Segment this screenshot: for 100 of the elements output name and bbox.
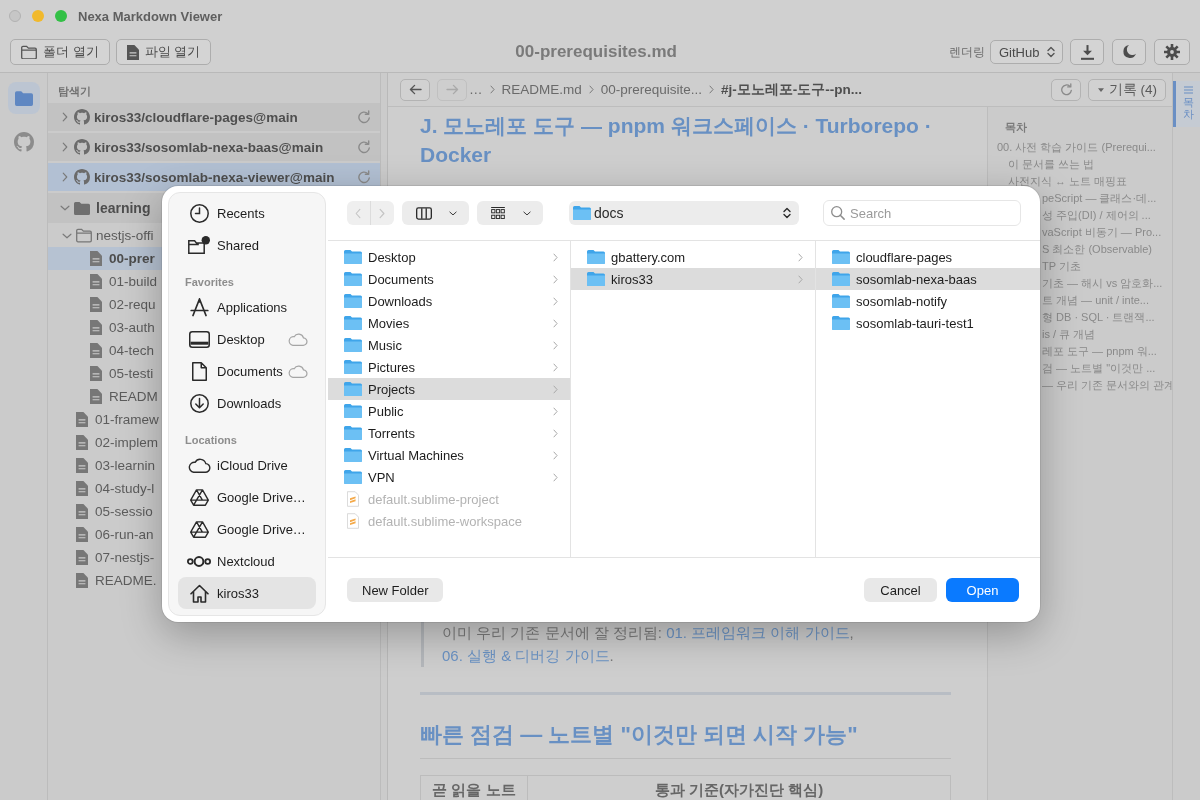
- folder-item[interactable]: Public: [328, 400, 570, 422]
- select-arrows-icon: [1047, 46, 1055, 58]
- group-button[interactable]: [477, 201, 543, 225]
- toc-item[interactable]: 레포 도구 — pnpm 워...: [1042, 343, 1172, 360]
- breadcrumb-link[interactable]: 00-prerequisite...: [600, 82, 703, 97]
- sidebar-section-title: Locations: [184, 433, 238, 448]
- folder-item[interactable]: Torrents: [328, 422, 570, 444]
- arrow-left-icon: [408, 84, 422, 95]
- sidebar-item[interactable]: Documents: [178, 355, 316, 387]
- tree-item[interactable]: 05-testi: [48, 362, 162, 385]
- toolbar-button[interactable]: 파일 열기: [115, 39, 212, 65]
- sidebar-item[interactable]: Nextcloud: [178, 545, 316, 577]
- new-folder-button[interactable]: New Folder: [347, 578, 444, 602]
- document-icon: [90, 274, 102, 289]
- tree-item[interactable]: 04-study-l: [48, 477, 162, 500]
- download-button[interactable]: [1070, 39, 1104, 65]
- toc-item[interactable]: 이 문서를 쓰는 법: [988, 156, 1172, 173]
- cat-logo-icon: [13, 132, 34, 152]
- document-title: 00-prerequisites.md: [515, 42, 677, 61]
- folder-item[interactable]: Movies: [328, 312, 570, 334]
- open-button[interactable]: Open: [946, 578, 1019, 602]
- tree-item[interactable]: 02-requ: [48, 293, 162, 316]
- window-minimize-icon[interactable]: [32, 10, 44, 22]
- folder-item[interactable]: Documents: [328, 268, 570, 290]
- tree-item[interactable]: 04-tech: [48, 339, 162, 362]
- caret-icon: [1097, 87, 1104, 92]
- folder-item[interactable]: Projects: [328, 378, 570, 400]
- chevron-down-icon: [449, 210, 457, 216]
- toc-item[interactable]: 사전지식 ↔ 노트 매핑표: [988, 173, 1172, 190]
- sidebar-item[interactable]: iCloud Drive: [178, 449, 316, 481]
- sidebar-item[interactable]: Google Drive…: [178, 481, 316, 513]
- document-icon: [90, 366, 102, 381]
- sidebar-item[interactable]: kiros33: [178, 577, 316, 609]
- folder-item[interactable]: Virtual Machines: [328, 444, 570, 466]
- tree-item[interactable]: nestjs-offi: [48, 224, 162, 247]
- folder-item[interactable]: Desktop: [328, 246, 570, 268]
- breadcrumb-link[interactable]: …: [469, 82, 483, 97]
- folder-item[interactable]: Downloads: [328, 290, 570, 312]
- folder-item[interactable]: cloudflare-pages: [816, 246, 1040, 268]
- render-select[interactable]: GitHub: [990, 40, 1063, 64]
- folder-icon: [587, 272, 605, 286]
- activity-button[interactable]: [7, 82, 40, 114]
- window-zoom-icon[interactable]: [55, 10, 67, 22]
- sidebar-item[interactable]: Shared: [178, 229, 316, 261]
- folder-icon: [344, 338, 362, 352]
- toc-item[interactable]: vaScript 비동기 — Pro...: [1042, 224, 1172, 241]
- folder-item[interactable]: Pictures: [328, 356, 570, 378]
- repo-item[interactable]: kiros33/sosomlab-nexa-viewer@main: [48, 163, 380, 191]
- tree-item[interactable]: README.: [48, 569, 162, 592]
- tree-item[interactable]: 06-run-an: [48, 523, 162, 546]
- refresh-button[interactable]: [1050, 78, 1081, 101]
- folder-icon: [344, 250, 362, 264]
- grid-icon: [491, 207, 505, 219]
- tree-item[interactable]: READM: [48, 385, 162, 408]
- refresh-icon[interactable]: [357, 170, 370, 184]
- folder-item[interactable]: gbattery.com: [571, 246, 815, 268]
- display-icon: [188, 330, 210, 348]
- theme-button[interactable]: [1112, 39, 1146, 65]
- tree-item[interactable]: 07-nestjs-: [48, 546, 162, 569]
- history-button[interactable]: 기록 (4): [1087, 78, 1166, 101]
- window-close-icon[interactable]: [9, 10, 21, 22]
- tree-item[interactable]: 02-implem: [48, 431, 162, 454]
- refresh-icon[interactable]: [357, 110, 370, 124]
- location-popup[interactable]: docs: [569, 201, 799, 225]
- sidebar-item[interactable]: Google Drive…: [178, 513, 316, 545]
- sidebar-item[interactable]: Applications: [178, 291, 316, 323]
- toolbar-button[interactable]: 폴더 열기: [10, 39, 110, 65]
- tree-item[interactable]: 03-auth: [48, 316, 162, 339]
- search-field[interactable]: Search: [823, 200, 1021, 226]
- tree-item[interactable]: 01-build: [48, 270, 162, 293]
- breadcrumb-link[interactable]: #j-모노레포-도구--pn...: [721, 80, 863, 99]
- repo-item[interactable]: kiros33/cloudflare-pages@main: [48, 103, 380, 131]
- sidebar-item[interactable]: Downloads: [178, 387, 316, 419]
- breadcrumb-link[interactable]: README.md: [501, 82, 582, 97]
- folder-item[interactable]: sosomlab-nexa-baas: [816, 268, 1040, 290]
- folder-item[interactable]: sosomlab-notify: [816, 290, 1040, 312]
- folder-icon: [832, 272, 850, 286]
- sidebar-item[interactable]: Recents: [178, 197, 316, 229]
- sidebar-item[interactable]: Desktop: [178, 323, 316, 355]
- folder-item[interactable]: Music: [328, 334, 570, 356]
- tree-item[interactable]: 01-framew: [48, 408, 162, 431]
- sidebar-section-title: Favorites: [184, 275, 235, 290]
- cat-logo-icon: [74, 109, 90, 125]
- repo-item[interactable]: kiros33/sosomlab-nexa-baas@main: [48, 133, 380, 161]
- folder-item[interactable]: kiros33: [571, 268, 815, 290]
- view-mode-button[interactable]: [402, 201, 469, 225]
- toc-item[interactable]: 성 주입(DI) / 제어의 ...: [1042, 207, 1172, 224]
- folder-item[interactable]: VPN: [328, 466, 570, 488]
- toc-title: 목차: [1004, 120, 1028, 135]
- back-button[interactable]: [400, 78, 430, 101]
- chevron-down-icon: [523, 210, 531, 216]
- tree-item[interactable]: 03-learnin: [48, 454, 162, 477]
- chevron-right-icon: [489, 85, 495, 94]
- settings-button[interactable]: [1154, 39, 1190, 65]
- menu-icon: [1183, 86, 1193, 94]
- tree-item[interactable]: 00-prer: [48, 247, 162, 270]
- tree-item[interactable]: 05-sessio: [48, 500, 162, 523]
- cancel-button[interactable]: Cancel: [864, 578, 937, 602]
- folder-item[interactable]: sosomlab-tauri-test1: [816, 312, 1040, 334]
- refresh-icon[interactable]: [357, 140, 370, 154]
